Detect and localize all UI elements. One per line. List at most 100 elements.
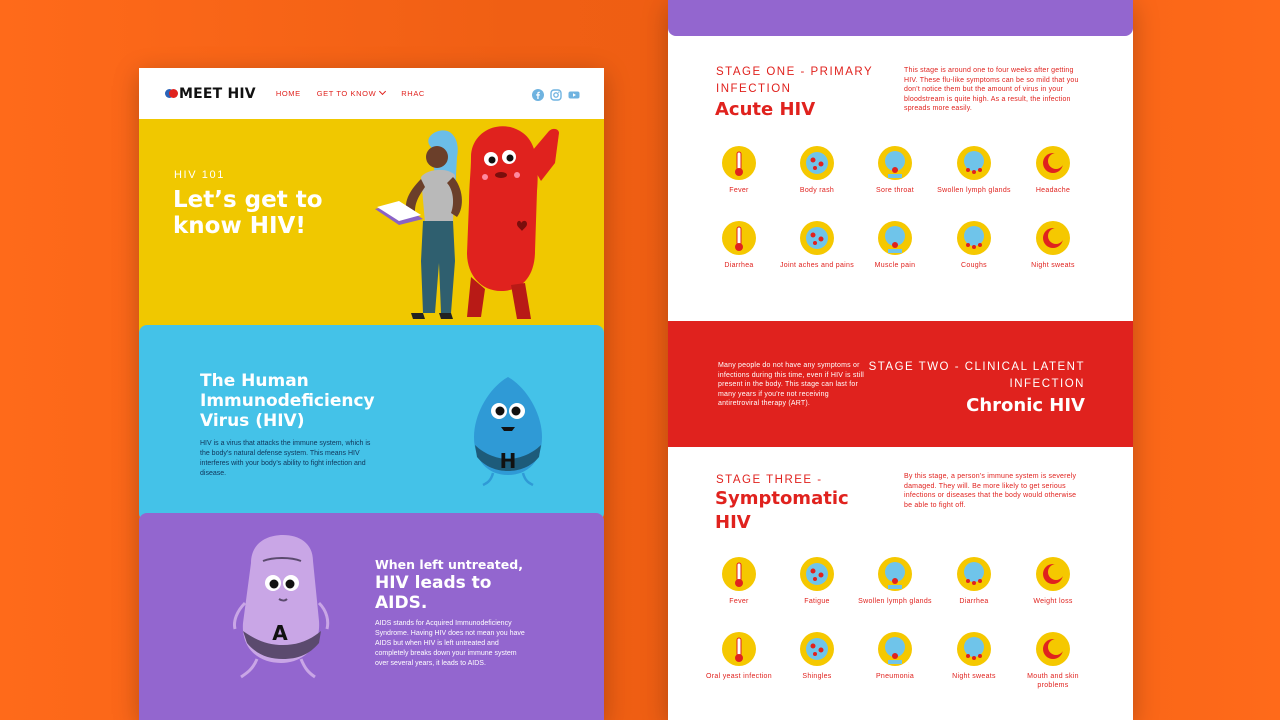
site-logo[interactable]: MEET HIV [165, 86, 256, 102]
aids-title-small: When left untreated, [375, 557, 523, 572]
stage1-symptom-joint-aches-and-pains: Joint aches and pains [779, 221, 855, 270]
weight-loss-icon [1036, 557, 1070, 591]
aids-body: AIDS stands for Acquired Immunodeficienc… [375, 620, 525, 667]
aids-title-big: HIV leads to AIDS. [375, 573, 492, 613]
oral-yeast-infection-icon [722, 632, 756, 666]
nav-rhac[interactable]: RHAC [401, 89, 425, 98]
stage3-symptom-night-sweats: Night sweats [936, 632, 1012, 681]
hiv-body: HIV is a virus that attacks the immune s… [200, 440, 371, 477]
nav-get-to-know[interactable]: GET TO KNOW [316, 87, 387, 98]
hero-section: HIV 101 Let’s get to know HIV! [139, 117, 604, 333]
stage1-label: STAGE ONE - PRIMARY INFECTION [716, 66, 873, 95]
body-rash-icon [800, 146, 834, 180]
headache-icon [1036, 146, 1070, 180]
homepage-mockup: MEET HIV HOME GET TO KNOW RHAC HIV 101 L… [139, 68, 604, 720]
social-links [532, 88, 580, 101]
stage2-title: Chronic HIV [966, 395, 1085, 416]
top-nav: MEET HIV HOME GET TO KNOW RHAC [139, 68, 604, 119]
stage3-symptom-label: Fever [729, 598, 749, 605]
stage1-desc: This stage is around one to four weeks a… [904, 67, 1079, 112]
stage3-symptom-label: Oral yeast infection [706, 673, 772, 680]
stage1-symptom-muscle-pain: Muscle pain [857, 221, 933, 270]
mouth-and-skin-problems-icon [1036, 632, 1070, 666]
stage1-symptom-label: Night sweats [1031, 262, 1075, 269]
hiv-section: The Human Immunodeficiency Virus (HIV) H… [139, 325, 604, 521]
stage1-symptom-headache: Headache [1015, 146, 1091, 195]
stage1-symptom-label: Diarrhea [724, 262, 754, 269]
stage3-title: Symptomatic HIV [715, 488, 849, 533]
logo-mark-icon [165, 89, 178, 98]
fatigue-icon [800, 557, 834, 591]
shingles-icon [800, 632, 834, 666]
stage1-symptom-night-sweats: Night sweats [1015, 221, 1091, 270]
stage3-symptom-label: Mouth and skin problems [1027, 673, 1079, 689]
pneumonia-icon [878, 632, 912, 666]
hiv-title: The Human Immunodeficiency Virus (HIV) [200, 371, 375, 431]
coughs-icon [957, 221, 991, 255]
stage3-symptom-label: Night sweats [952, 673, 996, 680]
stage2-label: STAGE TWO - CLINICAL LATENT INFECTION [868, 361, 1085, 390]
hiv-mascot-illustration [474, 377, 542, 487]
stage2-desc: Many people do not have any symptoms or … [718, 362, 864, 407]
stage1-symptom-label: Fever [729, 187, 749, 194]
stage3-symptom-weight-loss: Weight loss [1015, 557, 1091, 606]
stages-mockup: STAGE ONE - PRIMARY INFECTION Acute HIV … [668, 0, 1133, 720]
stage1-symptom-coughs: Coughs [936, 221, 1012, 270]
hero-kicker: HIV 101 [174, 169, 225, 181]
diarrhea-icon [722, 221, 756, 255]
stage1-symptom-fever: Fever [701, 146, 777, 195]
hiv-mascot-letter: H [499, 449, 517, 473]
stage1-symptom-label: Sore throat [876, 187, 914, 194]
night-sweats-icon [957, 632, 991, 666]
stage1-symptom-label: Swollen lymph glands [937, 187, 1011, 194]
stage3-symptom-label: Shingles [802, 673, 832, 680]
swollen-lymph-glands-icon [957, 146, 991, 180]
stage1-symptom-label: Coughs [961, 262, 987, 269]
stage1-symptom-label: Headache [1035, 187, 1071, 194]
aids-mascot-illustration [233, 535, 330, 679]
top-purple-bar [668, 0, 1133, 36]
nav-get-to-know-label: GET TO KNOW [316, 89, 377, 98]
stage3-symptom-label: Diarrhea [959, 598, 989, 605]
diarrhea-icon [957, 557, 991, 591]
hero-title: Let’s get to know HIV! [173, 187, 323, 239]
stage1-symptom-label: Muscle pain [874, 262, 916, 269]
aids-section: A When left untreated, HIV leads to AIDS… [139, 513, 604, 720]
stage3-symptom-diarrhea: Diarrhea [936, 557, 1012, 606]
nav-home[interactable]: HOME [276, 89, 301, 98]
youtube-icon[interactable] [568, 88, 580, 100]
logo-text: MEET HIV [179, 85, 256, 102]
facebook-icon[interactable] [532, 88, 544, 101]
stage3-desc: By this stage, a person's immune system … [904, 473, 1077, 509]
stage3-symptom-swollen-lymph-glands: Swollen lymph glands [857, 557, 933, 606]
stage3-symptom-oral-yeast-infection: Oral yeast infection [701, 632, 777, 681]
aids-mascot-letter: A [272, 621, 288, 645]
main-menu: HOME GET TO KNOW RHAC [276, 87, 425, 98]
stage3-symptom-mouth-and-skin-problems: Mouth and skin problems [1015, 632, 1091, 690]
stage1-symptom-swollen-lymph-glands: Swollen lymph glands [936, 146, 1012, 195]
stage3-symptom-label: Weight loss [1033, 598, 1073, 605]
stage3-symptom-fever: Fever [701, 557, 777, 606]
stage1-symptom-diarrhea: Diarrhea [701, 221, 777, 270]
stage1-symptom-sore-throat: Sore throat [857, 146, 933, 195]
fever-icon [722, 557, 756, 591]
stage1-symptom-label: Joint aches and pains [779, 262, 854, 269]
hero-illustration [375, 126, 559, 319]
stage3-symptom-fatigue: Fatigue [779, 557, 855, 606]
stage3-symptom-label: Fatigue [804, 598, 830, 605]
stage3-symptom-label: Swollen lymph glands [858, 598, 932, 605]
sore-throat-icon [878, 146, 912, 180]
stage1-title: Acute HIV [715, 99, 816, 120]
fever-icon [722, 146, 756, 180]
stage3-symptom-shingles: Shingles [779, 632, 855, 681]
chevron-down-icon [379, 87, 387, 96]
joint-aches-and-pains-icon [800, 221, 834, 255]
stage2-band: Many people do not have any symptoms or … [668, 321, 1133, 447]
night-sweats-icon [1036, 221, 1070, 255]
muscle-pain-icon [878, 221, 912, 255]
stage3-symptom-label: Pneumonia [875, 673, 915, 680]
stage3-symptom-pneumonia: Pneumonia [857, 632, 933, 681]
stage1-symptom-label: Body rash [799, 187, 835, 194]
stage1-symptom-body-rash: Body rash [779, 146, 855, 195]
instagram-icon[interactable] [550, 88, 562, 101]
